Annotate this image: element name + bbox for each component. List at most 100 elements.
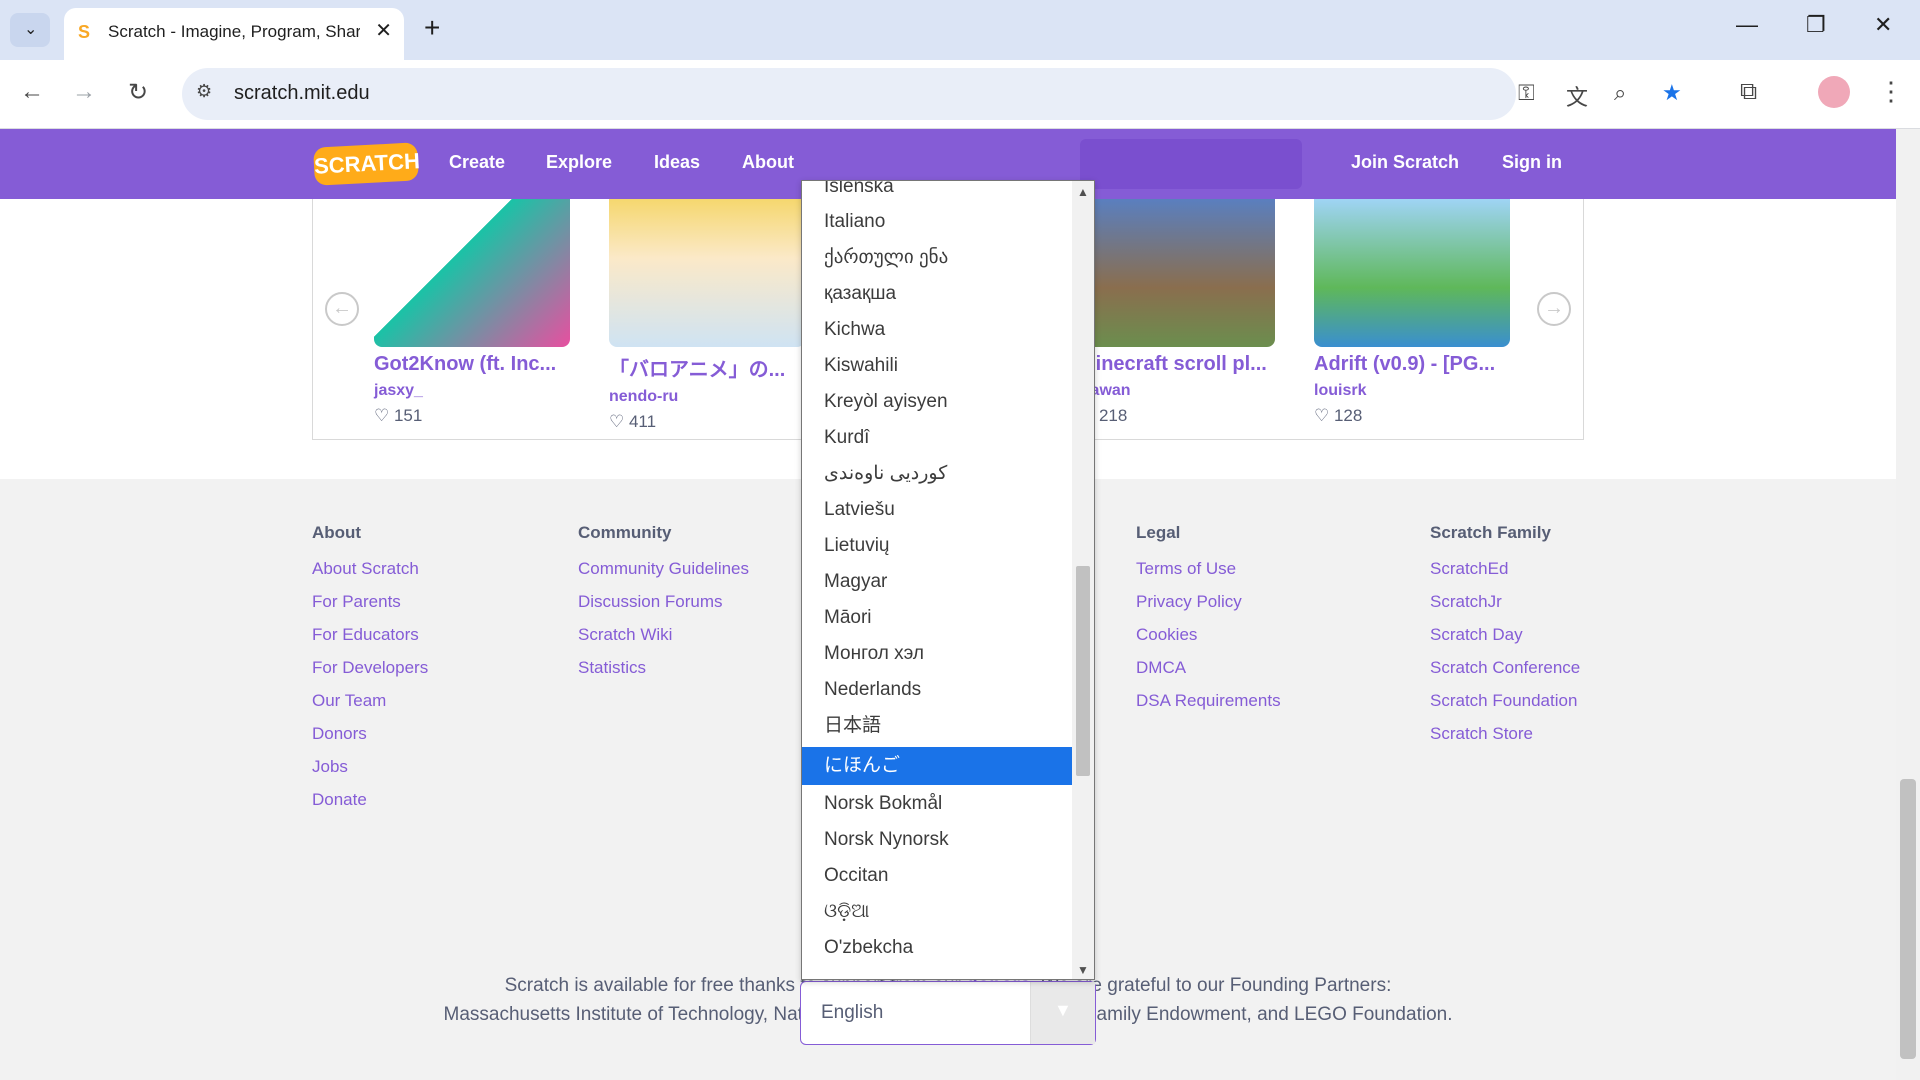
footer-link[interactable]: Statistics	[578, 658, 749, 691]
language-select-caret[interactable]: ▼	[1030, 982, 1095, 1044]
language-option-selected[interactable]: にほんご	[802, 747, 1072, 785]
footer-link[interactable]: For Educators	[312, 625, 428, 658]
project-thumbnail[interactable]	[609, 199, 805, 347]
extensions-icon[interactable]: ⧉	[1740, 78, 1757, 106]
language-option[interactable]: کوردیی ناوەندی	[802, 455, 1072, 493]
language-option[interactable]: ქართული ენა	[802, 239, 1072, 277]
footer-link[interactable]: About Scratch	[312, 559, 428, 592]
restore-icon[interactable]: ❐	[1806, 12, 1826, 38]
project-title[interactable]: 「バロアニメ」の...	[609, 353, 805, 382]
more-menu-icon[interactable]: ⋮	[1878, 76, 1904, 107]
minimize-icon[interactable]: —	[1736, 12, 1758, 38]
zoom-icon[interactable]: ⌕	[1614, 80, 1626, 106]
language-option[interactable]: 日本語	[802, 707, 1072, 745]
site-info-icon[interactable]: ⚙	[196, 81, 220, 105]
window-close-icon[interactable]: ✕	[1874, 12, 1892, 38]
language-option[interactable]: Nederlands	[802, 671, 1072, 709]
footer-link[interactable]: For Parents	[312, 592, 428, 625]
project-author[interactable]: nendo-ru	[609, 388, 805, 406]
footer-legal-column: Legal Terms of Use Privacy Policy Cookie…	[1136, 523, 1281, 724]
project-card[interactable]: 「バロアニメ」の... nendo-ru ♡ 411	[609, 199, 805, 432]
carousel-prev-icon[interactable]: ←	[325, 292, 359, 326]
project-card[interactable]: Minecraft scroll pl... Dawan ♡ 218	[1079, 199, 1275, 426]
language-option[interactable]: Kichwa	[802, 311, 1072, 349]
project-title[interactable]: Got2Know (ft. Inc...	[374, 353, 570, 376]
forward-arrow-icon[interactable]: →	[72, 78, 96, 106]
scroll-down-icon[interactable]: ▼	[1077, 963, 1089, 977]
project-card[interactable]: Adrift (v0.9) - [PG... louisrk ♡ 128	[1314, 199, 1510, 426]
key-icon[interactable]: ⚿	[1518, 80, 1535, 106]
language-option[interactable]: ଓଡ଼ିଆ	[802, 893, 1072, 931]
scroll-up-icon[interactable]: ▲	[1077, 185, 1089, 199]
footer-link[interactable]: Scratch Store	[1430, 724, 1580, 757]
language-option[interactable]: Māori	[802, 599, 1072, 637]
scratch-logo[interactable]: SCRATCH	[313, 142, 420, 186]
footer-link[interactable]: Scratch Foundation	[1430, 691, 1580, 724]
join-scratch-link[interactable]: Join Scratch	[1351, 152, 1459, 173]
footer-link[interactable]: Cookies	[1136, 625, 1281, 658]
footer-link[interactable]: Donors	[312, 724, 428, 757]
language-select[interactable]: English ▼	[800, 981, 1096, 1045]
language-dropdown-list[interactable]: Íslenska Italiano ქართული ენა қазақша Ki…	[801, 180, 1095, 980]
footer-link[interactable]: ScratchEd	[1430, 559, 1580, 592]
footer-link[interactable]: Privacy Policy	[1136, 592, 1281, 625]
sign-in-link[interactable]: Sign in	[1502, 152, 1562, 173]
bookmark-star-icon[interactable]: ★	[1662, 80, 1682, 106]
project-thumbnail[interactable]	[1079, 199, 1275, 347]
language-option[interactable]: Kurdî	[802, 419, 1072, 457]
search-input[interactable]	[1080, 139, 1302, 189]
address-bar[interactable]: ⚙ scratch.mit.edu ⚿ 文 ⌕ ★	[182, 68, 1682, 120]
dropdown-scroll-thumb[interactable]	[1076, 566, 1090, 776]
project-thumbnail[interactable]	[1314, 199, 1510, 347]
language-option[interactable]: O'zbekcha	[802, 929, 1072, 967]
footer-link[interactable]: For Developers	[312, 658, 428, 691]
translate-icon[interactable]: 文	[1566, 80, 1588, 112]
project-title[interactable]: Adrift (v0.9) - [PG...	[1314, 353, 1510, 376]
footer-link[interactable]: DMCA	[1136, 658, 1281, 691]
language-option[interactable]: Kreyòl ayisyen	[802, 383, 1072, 421]
carousel-next-icon[interactable]: →	[1537, 292, 1571, 326]
footer-link[interactable]: Scratch Day	[1430, 625, 1580, 658]
footer-link[interactable]: DSA Requirements	[1136, 691, 1281, 724]
page-scrollbar[interactable]	[1896, 129, 1920, 1080]
footer-link[interactable]: Terms of Use	[1136, 559, 1281, 592]
project-title[interactable]: Minecraft scroll pl...	[1079, 353, 1275, 376]
footer-link[interactable]: Discussion Forums	[578, 592, 749, 625]
footer-link[interactable]: Our Team	[312, 691, 428, 724]
nav-create[interactable]: Create	[449, 152, 505, 173]
back-arrow-icon[interactable]: ←	[20, 78, 44, 106]
reload-icon[interactable]: ↻	[128, 78, 148, 107]
nav-explore[interactable]: Explore	[546, 152, 612, 173]
language-option[interactable]: Magyar	[802, 563, 1072, 601]
close-icon[interactable]: ✕	[375, 18, 392, 43]
footer-link[interactable]: ScratchJr	[1430, 592, 1580, 625]
tab-search-button[interactable]: ⌄	[10, 13, 50, 47]
nav-ideas[interactable]: Ideas	[654, 152, 700, 173]
footer-link[interactable]: Donate	[312, 790, 428, 823]
language-option[interactable]: Kiswahili	[802, 347, 1072, 385]
nav-about[interactable]: About	[742, 152, 794, 173]
dropdown-scrollbar[interactable]: ▲ ▼	[1072, 181, 1094, 979]
project-thumbnail[interactable]	[374, 199, 570, 347]
language-option[interactable]: Монгол хэл	[802, 635, 1072, 673]
page-scroll-thumb[interactable]	[1900, 779, 1916, 1059]
language-option[interactable]: Latviešu	[802, 491, 1072, 529]
language-option[interactable]: қазақша	[802, 275, 1072, 313]
footer-link[interactable]: Scratch Wiki	[578, 625, 749, 658]
project-author[interactable]: jasxy_	[374, 382, 570, 400]
project-author[interactable]: Dawan	[1079, 382, 1275, 400]
profile-avatar[interactable]	[1818, 76, 1850, 108]
footer-link[interactable]: Community Guidelines	[578, 559, 749, 592]
project-author[interactable]: louisrk	[1314, 382, 1510, 400]
language-option[interactable]: Norsk Bokmål	[802, 785, 1072, 823]
new-tab-button[interactable]: +	[424, 12, 440, 44]
project-card[interactable]: Got2Know (ft. Inc... jasxy_ ♡ 151	[374, 199, 570, 426]
language-option[interactable]: Occitan	[802, 857, 1072, 895]
footer-family-column: Scratch Family ScratchEd ScratchJr Scrat…	[1430, 523, 1580, 757]
language-option[interactable]: Norsk Nynorsk	[802, 821, 1072, 859]
language-option[interactable]: Lietuvių	[802, 527, 1072, 565]
footer-link[interactable]: Jobs	[312, 757, 428, 790]
browser-tab[interactable]: S Scratch - Imagine, Program, Share ✕	[64, 8, 404, 60]
footer-link[interactable]: Scratch Conference	[1430, 658, 1580, 691]
language-option[interactable]: Italiano	[802, 203, 1072, 241]
